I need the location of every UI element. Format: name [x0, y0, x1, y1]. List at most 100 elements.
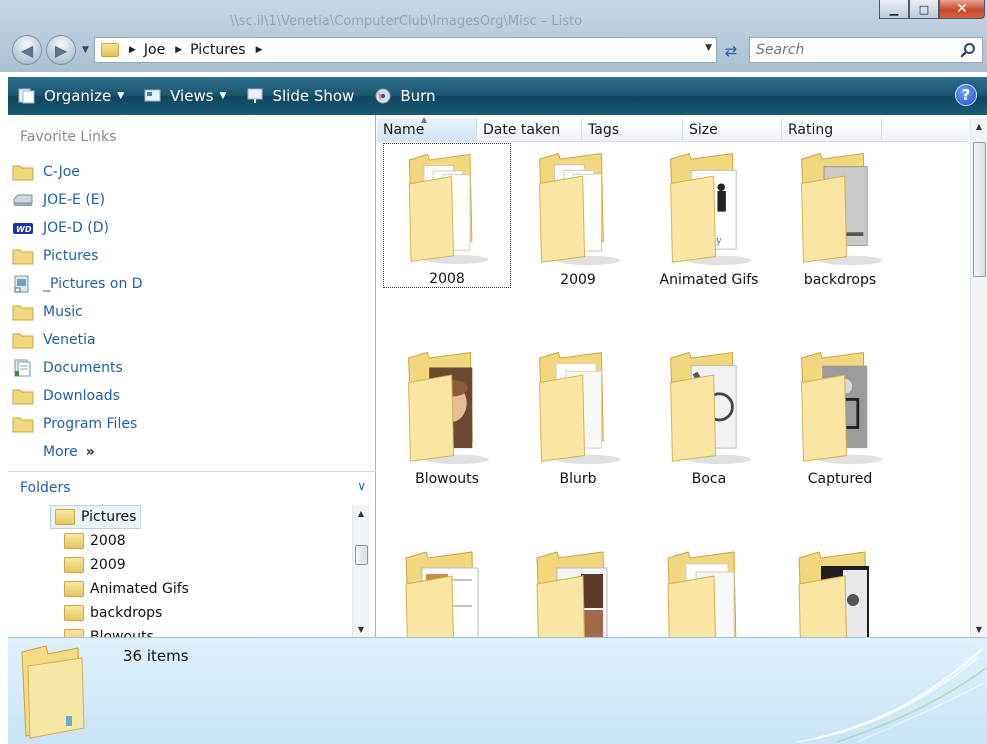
scroll-down-icon[interactable]: ▼: [353, 621, 369, 637]
breadcrumb-joe[interactable]: Joe: [144, 42, 165, 58]
tree-item-pictures[interactable]: Pictures: [50, 505, 142, 529]
scroll-up-icon[interactable]: ▲: [353, 505, 369, 521]
burn-label: Burn: [400, 87, 436, 105]
folder-tree-scrollbar[interactable]: ▲ ▼: [352, 505, 369, 637]
address-bar[interactable]: ▶ Joe ▶ Pictures ▶ ▼: [94, 37, 717, 63]
chevron-right-icon: ▶: [255, 45, 263, 55]
favorite-link-documents[interactable]: Documents: [12, 354, 372, 382]
burn-button[interactable]: Burn: [364, 77, 445, 115]
scrollbar-thumb[interactable]: [355, 545, 368, 565]
favorite-link-pictures[interactable]: Pictures: [12, 242, 372, 270]
folder-thumbnail-icon: [536, 551, 608, 637]
minimize-button[interactable]: ▁: [879, 0, 909, 19]
folders-header[interactable]: Folders ∨: [8, 473, 376, 503]
views-icon: [144, 89, 161, 102]
folders-title: Folders: [20, 480, 71, 496]
more-links-button[interactable]: More »: [43, 438, 372, 466]
organize-icon: [18, 88, 35, 104]
chevron-down-icon: ∨: [357, 479, 366, 493]
chevron-down-icon: ▼: [117, 91, 125, 101]
tree-item-2009[interactable]: 2009: [60, 553, 126, 577]
views-button[interactable]: Views ▼: [134, 77, 236, 115]
breadcrumb-separator[interactable]: ▶: [129, 45, 144, 55]
recent-pages-dropdown[interactable]: ▼: [82, 45, 89, 55]
breadcrumb-separator[interactable]: ▶: [256, 45, 271, 55]
folder-item[interactable]: appy Animated Gifs: [645, 143, 773, 288]
file-list-scrollbar[interactable]: ▲ ▼: [970, 118, 987, 637]
favorite-link-program-files[interactable]: Program Files: [12, 410, 372, 438]
column-header-name[interactable]: ▲ Name: [377, 115, 477, 142]
close-button[interactable]: ✕: [939, 0, 985, 19]
folder-item[interactable]: [645, 541, 773, 637]
slideshow-button[interactable]: Slide Show: [236, 77, 364, 115]
folder-item[interactable]: Blurb: [514, 342, 642, 487]
chevron-down-icon: ▼: [219, 91, 227, 101]
navigation-pane: Favorite Links C-Joe JOE-E (E) WD JOE-D …: [8, 115, 376, 637]
folder-item-label: 2009: [560, 272, 596, 288]
folder-item[interactable]: Blowouts: [383, 342, 511, 487]
folder-icon: [12, 165, 34, 181]
favorite-link-pictures-on-d[interactable]: _Pictures on D: [12, 270, 372, 298]
column-headers: ▲ Name Date taken Tags Size Rating: [377, 115, 969, 142]
pane-divider[interactable]: [8, 471, 376, 472]
help-icon: ?: [961, 86, 971, 104]
folder-item[interactable]: backdrops: [776, 143, 904, 288]
folder-item[interactable]: Captured: [776, 342, 904, 487]
folder-icon: [101, 43, 119, 57]
folder-icon: [12, 417, 34, 433]
folder-item[interactable]: [383, 541, 511, 637]
chevron-right-icon: ▶: [129, 45, 136, 55]
favorite-links-list: C-Joe JOE-E (E) WD JOE-D (D) Pictures _P…: [12, 158, 372, 466]
column-header-date-taken[interactable]: Date taken: [477, 118, 582, 142]
favorite-link-joe-d[interactable]: WD JOE-D (D): [12, 214, 372, 242]
search-input[interactable]: [756, 42, 946, 58]
folder-thumbnail-icon: appy: [670, 152, 752, 266]
tree-item-animated-gifs[interactable]: Animated Gifs: [60, 577, 189, 601]
breadcrumb-separator[interactable]: ▶: [175, 45, 190, 55]
favorite-link-c-joe[interactable]: C-Joe: [12, 158, 372, 186]
breadcrumb-pictures[interactable]: Pictures: [190, 42, 245, 58]
folder-item[interactable]: 2009: [514, 143, 642, 288]
folder-thumbnail-icon: [405, 551, 479, 637]
search-icon[interactable]: [960, 42, 976, 58]
maximize-button[interactable]: □: [909, 0, 939, 19]
folder-item-label: backdrops: [803, 272, 877, 288]
folder-item[interactable]: 2008: [383, 143, 511, 288]
folder-item[interactable]: Boca: [645, 342, 773, 487]
favorite-link-label: Venetia: [43, 332, 96, 348]
favorite-link-label: Downloads: [43, 388, 120, 404]
organize-button[interactable]: Organize ▼: [8, 77, 134, 115]
back-button[interactable]: ◀: [12, 35, 42, 65]
folder-item[interactable]: [776, 541, 904, 637]
column-header-label: Name: [383, 122, 425, 138]
search-box[interactable]: [749, 37, 983, 63]
favorite-link-venetia[interactable]: Venetia: [12, 326, 372, 354]
folder-item[interactable]: [514, 541, 642, 637]
scroll-down-icon[interactable]: ▼: [971, 621, 987, 637]
slideshow-icon: [247, 88, 263, 103]
folder-item-label: Blurb: [559, 471, 597, 487]
address-dropdown-icon[interactable]: ▼: [705, 43, 712, 53]
more-label: More: [43, 444, 78, 460]
favorite-link-downloads[interactable]: Downloads: [12, 382, 372, 410]
help-button[interactable]: ?: [955, 84, 977, 106]
favorite-link-music[interactable]: Music: [12, 298, 372, 326]
views-label: Views: [170, 87, 214, 105]
column-header-size[interactable]: Size: [683, 118, 782, 142]
double-chevron-icon: »: [85, 444, 95, 460]
tree-item-2008[interactable]: 2008: [60, 529, 126, 553]
column-header-tags[interactable]: Tags: [582, 118, 683, 142]
forward-button[interactable]: ▶: [46, 35, 76, 65]
tree-item-blowouts[interactable]: Blowouts: [60, 625, 154, 637]
folder-icon: [12, 249, 34, 265]
disc-icon: [375, 88, 391, 104]
folder-icon: [12, 333, 34, 349]
favorite-link-joe-e[interactable]: JOE-E (E): [12, 186, 372, 214]
refresh-button[interactable]: ⇄: [719, 40, 743, 62]
column-header-rating[interactable]: Rating: [782, 118, 882, 142]
scrollbar-thumb[interactable]: [973, 142, 986, 277]
scroll-up-icon[interactable]: ▲: [971, 118, 987, 134]
folder-icon: [12, 389, 34, 405]
tree-item-label: backdrops: [90, 605, 163, 621]
tree-item-backdrops[interactable]: backdrops: [60, 601, 162, 625]
